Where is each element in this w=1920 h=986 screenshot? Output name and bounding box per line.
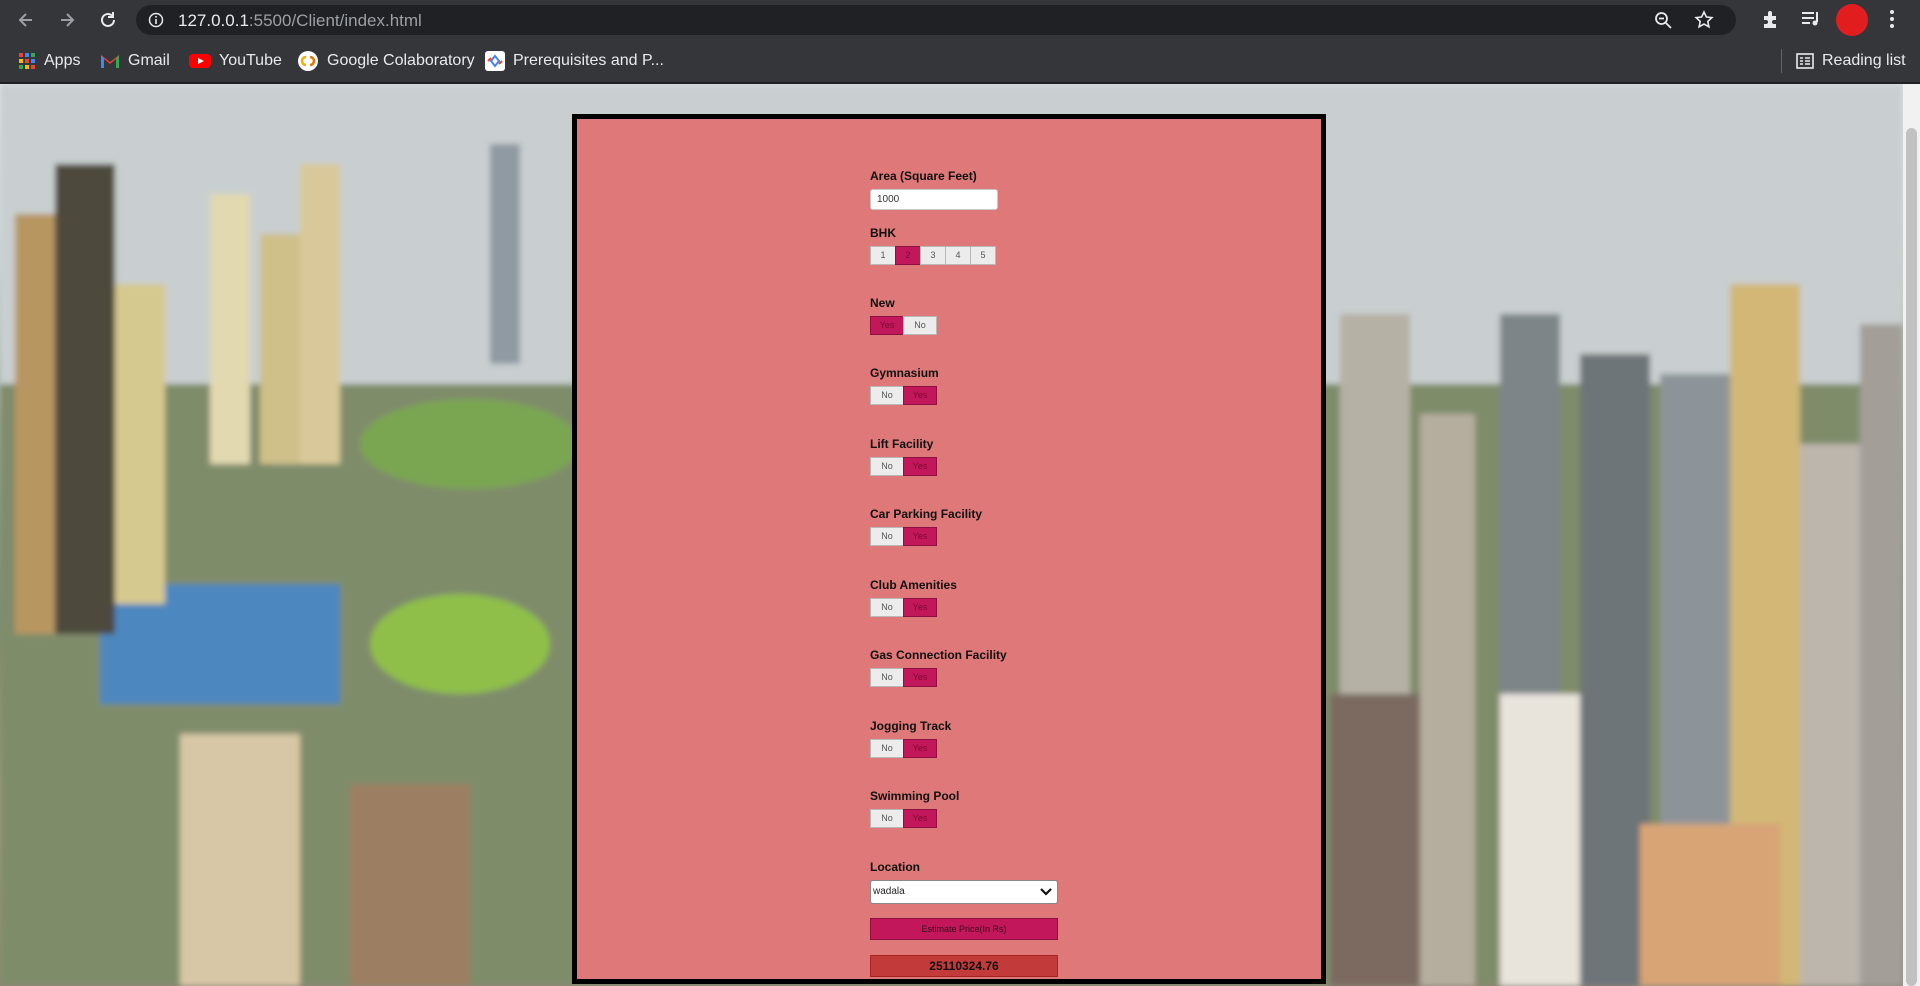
lift-label: Lift Facility xyxy=(870,437,934,451)
arrow-left-icon xyxy=(18,13,32,27)
bhk-option-4[interactable]: 4 xyxy=(945,246,971,265)
bhk-radio-group: 1 2 3 4 5 xyxy=(870,246,1060,265)
url-text[interactable]: 127.0.0.1:5500/Client/index.html xyxy=(178,11,422,31)
new-no-option[interactable]: No xyxy=(903,316,937,335)
media-queue-icon[interactable] xyxy=(1800,8,1822,30)
colab-icon xyxy=(298,51,318,71)
lift-no-option[interactable]: No xyxy=(870,457,904,476)
parking-no-option[interactable]: No xyxy=(870,527,904,546)
bookmark-label: Google Colaboratory xyxy=(327,52,475,69)
parking-yes-option[interactable]: Yes xyxy=(903,527,937,546)
pool-yes-option[interactable]: Yes xyxy=(903,809,937,828)
prediction-form-panel: Area (Square Feet) BHK 1 2 3 4 5 New Yes xyxy=(572,114,1326,984)
page-viewport: Area (Square Feet) BHK 1 2 3 4 5 New Yes xyxy=(0,84,1920,986)
scrollbar-thumb[interactable] xyxy=(1906,128,1917,986)
prediction-form: Area (Square Feet) BHK 1 2 3 4 5 New Yes xyxy=(870,169,1060,977)
kebab-menu-icon[interactable] xyxy=(1884,8,1900,30)
gas-label: Gas Connection Facility xyxy=(870,648,1007,662)
bookmark-star-icon[interactable] xyxy=(1694,10,1714,30)
bookmark-label: Apps xyxy=(44,52,81,69)
bookmarks-divider xyxy=(1781,49,1782,73)
jogging-group: Jogging Track No Yes xyxy=(870,719,1060,758)
extensions-puzzle-icon[interactable] xyxy=(1760,8,1782,30)
lift-yes-option[interactable]: Yes xyxy=(903,457,937,476)
google-cloud-icon xyxy=(485,51,505,71)
bookmark-label: YouTube xyxy=(219,52,282,69)
page-scrollbar[interactable] xyxy=(1903,84,1920,986)
jogging-label: Jogging Track xyxy=(870,719,952,733)
estimated-price-result: 25110324.76 xyxy=(870,955,1058,977)
address-bar[interactable]: 127.0.0.1:5500/Client/index.html xyxy=(136,5,1736,35)
parking-label: Car Parking Facility xyxy=(870,507,983,521)
gymnasium-toggle: No Yes xyxy=(870,386,1060,405)
gas-group: Gas Connection Facility No Yes xyxy=(870,648,1060,687)
gas-toggle: No Yes xyxy=(870,668,1060,687)
bookmark-prerequisites[interactable]: Prerequisites and P... xyxy=(485,50,664,72)
reading-list-label: Reading list xyxy=(1822,52,1906,69)
estimate-price-button[interactable]: Estimate Price(In Rs) xyxy=(870,918,1058,940)
bhk-label: BHK xyxy=(870,226,896,240)
bookmark-apps[interactable]: Apps xyxy=(18,50,80,72)
bookmark-gmail[interactable]: Gmail xyxy=(100,50,170,72)
bookmark-label: Gmail xyxy=(128,52,170,69)
reload-button[interactable] xyxy=(94,6,122,34)
browser-toolbar: 127.0.0.1:5500/Client/index.html xyxy=(0,0,1920,40)
area-input[interactable] xyxy=(870,189,998,210)
bhk-group: BHK 1 2 3 4 5 xyxy=(870,226,1060,265)
club-no-option[interactable]: No xyxy=(870,598,904,617)
profile-avatar[interactable] xyxy=(1836,4,1868,36)
new-toggle: Yes No xyxy=(870,316,1060,335)
lift-toggle: No Yes xyxy=(870,457,1060,476)
location-select[interactable]: wadala xyxy=(870,880,1058,904)
arrow-right-icon xyxy=(61,13,75,27)
parking-group: Car Parking Facility No Yes xyxy=(870,507,1060,546)
pool-toggle: No Yes xyxy=(870,809,1060,828)
bhk-option-3[interactable]: 3 xyxy=(920,246,946,265)
zoom-icon[interactable] xyxy=(1654,11,1672,29)
new-yes-option[interactable]: Yes xyxy=(870,316,904,335)
bookmark-youtube[interactable]: YouTube xyxy=(189,50,282,72)
club-yes-option[interactable]: Yes xyxy=(903,598,937,617)
area-label: Area (Square Feet) xyxy=(870,169,977,183)
bhk-option-1[interactable]: 1 xyxy=(870,246,896,265)
youtube-icon xyxy=(189,54,211,68)
location-label: Location xyxy=(870,860,920,874)
club-toggle: No Yes xyxy=(870,598,1060,617)
area-group: Area (Square Feet) xyxy=(870,169,1060,210)
lift-group: Lift Facility No Yes xyxy=(870,437,1060,476)
forward-button[interactable] xyxy=(53,6,81,34)
gymnasium-yes-option[interactable]: Yes xyxy=(903,386,937,405)
gmail-icon xyxy=(101,55,119,68)
new-label: New xyxy=(870,296,895,310)
gas-yes-option[interactable]: Yes xyxy=(903,668,937,687)
bookmark-label: Prerequisites and P... xyxy=(513,52,664,69)
info-icon[interactable] xyxy=(148,12,164,28)
back-button[interactable] xyxy=(12,6,40,34)
location-group: Location wadala xyxy=(870,860,1060,904)
chevron-down-icon xyxy=(1040,888,1052,896)
apps-grid-icon xyxy=(19,53,35,69)
gas-no-option[interactable]: No xyxy=(870,668,904,687)
bhk-option-5[interactable]: 5 xyxy=(970,246,996,265)
bookmarks-bar: Apps Gmail YouTube Google Colaboratory P… xyxy=(0,40,1920,83)
gymnasium-group: Gymnasium No Yes xyxy=(870,366,1060,405)
pool-no-option[interactable]: No xyxy=(870,809,904,828)
gymnasium-label: Gymnasium xyxy=(870,366,939,380)
parking-toggle: No Yes xyxy=(870,527,1060,546)
bhk-option-2[interactable]: 2 xyxy=(895,246,921,265)
bookmark-colab[interactable]: Google Colaboratory xyxy=(297,50,475,72)
reading-list-icon xyxy=(1796,53,1814,69)
new-group: New Yes No xyxy=(870,296,1060,335)
club-label: Club Amenities xyxy=(870,578,957,592)
pool-group: Swimming Pool No Yes xyxy=(870,789,1060,828)
reading-list-button[interactable]: Reading list xyxy=(1796,50,1906,72)
club-group: Club Amenities No Yes xyxy=(870,578,1060,617)
reload-icon xyxy=(101,12,115,27)
jogging-yes-option[interactable]: Yes xyxy=(903,739,937,758)
jogging-toggle: No Yes xyxy=(870,739,1060,758)
location-selected-value: wadala xyxy=(873,886,905,897)
gymnasium-no-option[interactable]: No xyxy=(870,386,904,405)
pool-label: Swimming Pool xyxy=(870,789,960,803)
jogging-no-option[interactable]: No xyxy=(870,739,904,758)
